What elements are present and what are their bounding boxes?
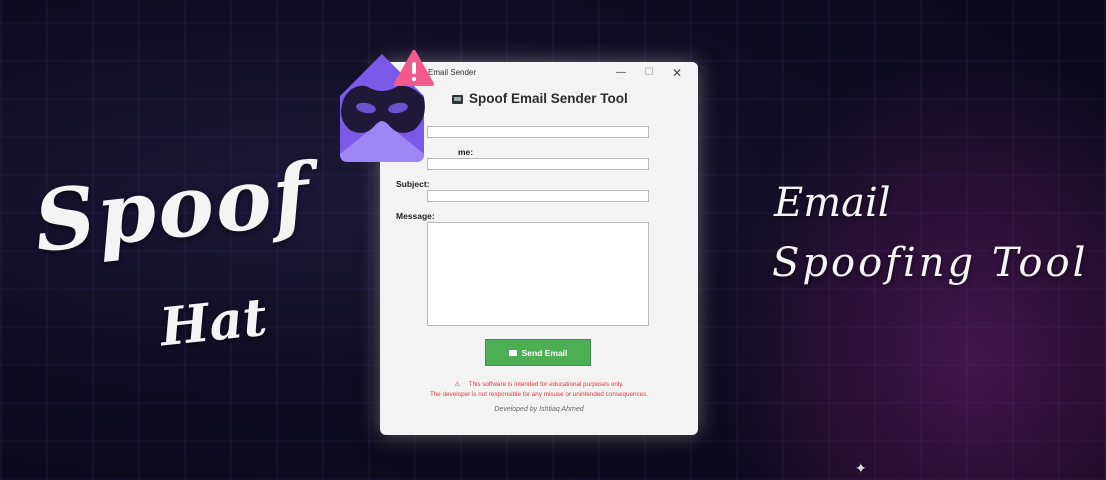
sparkle-icon: ✦ [855, 460, 867, 476]
app-heading-text: Spoof Email Sender Tool [469, 91, 628, 106]
app-heading: Spoof Email Sender Tool [452, 91, 628, 106]
subject-input[interactable] [427, 190, 649, 202]
maximize-button[interactable]: ☐ [636, 65, 662, 81]
disclaimer-text-1: This software is intended for educationa… [468, 381, 624, 388]
computer-icon [452, 95, 463, 104]
from-name-label: me: [458, 147, 474, 157]
from-name-input[interactable] [427, 158, 649, 170]
from-email-input[interactable] [427, 126, 649, 138]
mask-envelope-icon [340, 50, 434, 162]
disclaimer-line-2: The developer is not responsible for any… [429, 391, 649, 398]
send-email-button[interactable]: Send Email [485, 339, 591, 366]
tagline-spoofing-tool: Spoofing Tool [772, 240, 1089, 286]
send-email-label: Send Email [521, 347, 568, 358]
developer-credit: Developed by Ishtiaq Ahmed [494, 406, 584, 413]
alert-triangle-icon [394, 50, 434, 86]
close-button[interactable]: ✕ [664, 65, 690, 81]
brand-title-hat: Hat [157, 286, 270, 359]
mail-icon [508, 349, 517, 356]
minimize-button[interactable]: — [608, 65, 634, 81]
tagline-email: Email [774, 180, 891, 226]
message-textarea[interactable] [427, 222, 649, 326]
message-label: Message: [396, 211, 435, 221]
subject-label: Subject: [396, 179, 430, 189]
disclaimer-line-1: ⚠ This software is intended for educatio… [380, 381, 698, 388]
warning-icon: ⚠ [454, 381, 460, 388]
